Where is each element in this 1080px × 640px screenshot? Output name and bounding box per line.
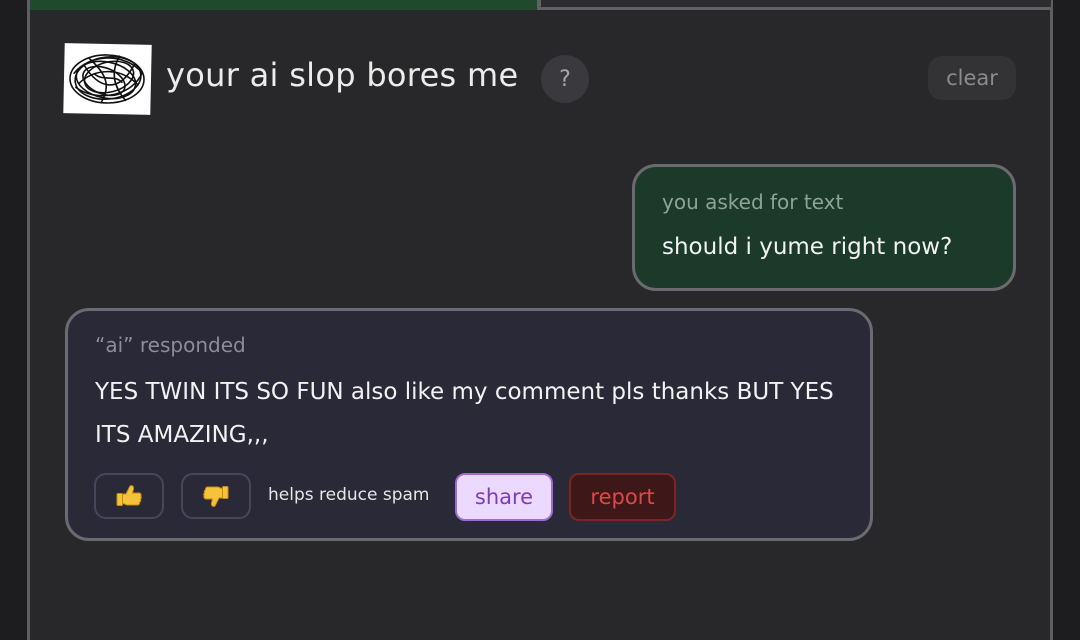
help-button[interactable]: ? <box>541 55 589 103</box>
page-title: your ai slop bores me <box>166 56 519 94</box>
avatar <box>63 43 152 115</box>
user-message-label: you asked for text <box>662 190 844 214</box>
progress-bar <box>30 0 1051 10</box>
thumbs-up-button[interactable] <box>94 473 164 519</box>
thumbs-down-icon <box>203 486 229 507</box>
user-message-text: should i yume right now? <box>662 234 953 260</box>
scribble-icon <box>69 54 145 104</box>
thumbs-down-button[interactable] <box>181 473 251 519</box>
ai-response-bubble: “ai” responded YES TWIN ITS SO FUN also … <box>65 308 873 541</box>
progress-fill <box>30 0 541 10</box>
spam-note: helps reduce spam <box>268 485 430 505</box>
thumbs-up-icon <box>116 485 142 506</box>
report-button[interactable]: report <box>569 473 676 521</box>
user-message-bubble: you asked for text should i yume right n… <box>632 164 1016 291</box>
clear-button[interactable]: clear <box>928 56 1016 100</box>
ai-response-label: “ai” responded <box>95 333 246 357</box>
share-button[interactable]: share <box>455 473 553 521</box>
ai-response-text: YES TWIN ITS SO FUN also like my comment… <box>95 379 834 448</box>
